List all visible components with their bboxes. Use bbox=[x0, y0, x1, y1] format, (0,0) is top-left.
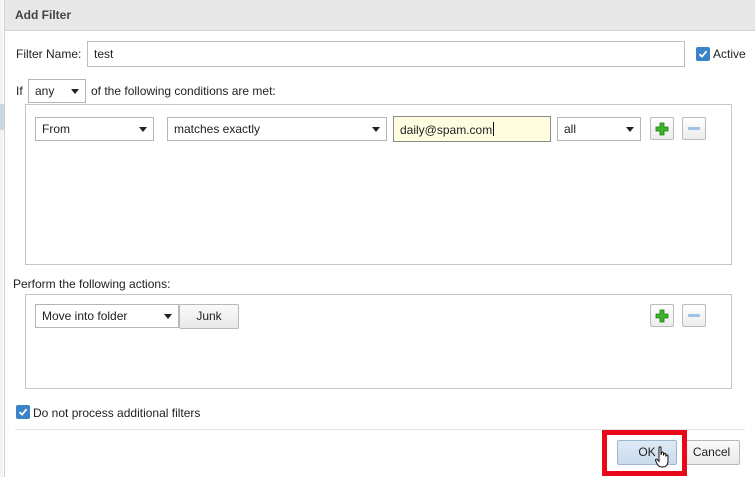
match-mode-select[interactable]: any bbox=[28, 79, 86, 103]
chevron-down-icon bbox=[372, 127, 380, 132]
rule-value-input[interactable]: daily@spam.com bbox=[393, 116, 551, 142]
chevron-down-icon bbox=[139, 127, 147, 132]
chevron-down-icon bbox=[164, 314, 172, 319]
background-edge bbox=[0, 0, 3, 477]
remove-action-button[interactable] bbox=[682, 304, 706, 327]
action-type-select[interactable]: Move into folder bbox=[35, 304, 179, 328]
active-label: Active bbox=[713, 47, 746, 61]
action-type-value: Move into folder bbox=[42, 309, 128, 323]
folder-picker-button[interactable]: Junk bbox=[179, 304, 239, 329]
rule-field-select[interactable]: From bbox=[35, 117, 154, 141]
minus-icon bbox=[688, 127, 700, 130]
if-label: If bbox=[16, 84, 23, 98]
match-mode-value: any bbox=[35, 84, 55, 98]
rule-scope-value: all bbox=[564, 122, 577, 136]
stop-processing-checkbox[interactable] bbox=[16, 405, 30, 419]
dialog-title: Add Filter bbox=[15, 8, 71, 22]
plus-icon bbox=[655, 122, 669, 135]
rule-operator-value: matches exactly bbox=[174, 122, 261, 136]
rule-scope-select[interactable]: all bbox=[557, 117, 641, 141]
chevron-down-icon bbox=[71, 89, 79, 94]
checkmark-icon bbox=[18, 408, 28, 416]
text-caret bbox=[493, 122, 495, 136]
rule-value-text: daily@spam.com bbox=[400, 123, 493, 137]
rule-operator-select[interactable]: matches exactly bbox=[167, 117, 387, 141]
remove-rule-button[interactable] bbox=[682, 117, 706, 140]
chevron-down-icon bbox=[626, 127, 634, 132]
plus-icon bbox=[655, 309, 669, 322]
dialog-titlebar[interactable]: Add Filter bbox=[5, 0, 755, 31]
stop-processing-label: Do not process additional filters bbox=[33, 406, 201, 420]
rule-field-value: From bbox=[42, 122, 70, 136]
add-action-button[interactable] bbox=[650, 304, 674, 327]
checkmark-icon bbox=[698, 50, 708, 58]
active-checkbox[interactable] bbox=[696, 47, 710, 61]
actions-heading: Perform the following actions: bbox=[13, 277, 171, 291]
conditions-label: of the following conditions are met: bbox=[91, 84, 276, 98]
add-filter-dialog: Add Filter Filter Name: test Active If a… bbox=[4, 0, 755, 477]
cancel-button[interactable]: Cancel bbox=[683, 440, 740, 465]
filter-name-input[interactable]: test bbox=[87, 41, 685, 67]
minus-icon bbox=[688, 314, 700, 317]
add-rule-button[interactable] bbox=[650, 117, 674, 140]
filter-name-label: Filter Name: bbox=[16, 47, 82, 61]
hand-cursor-icon bbox=[655, 446, 669, 468]
highlight-box bbox=[602, 430, 687, 476]
